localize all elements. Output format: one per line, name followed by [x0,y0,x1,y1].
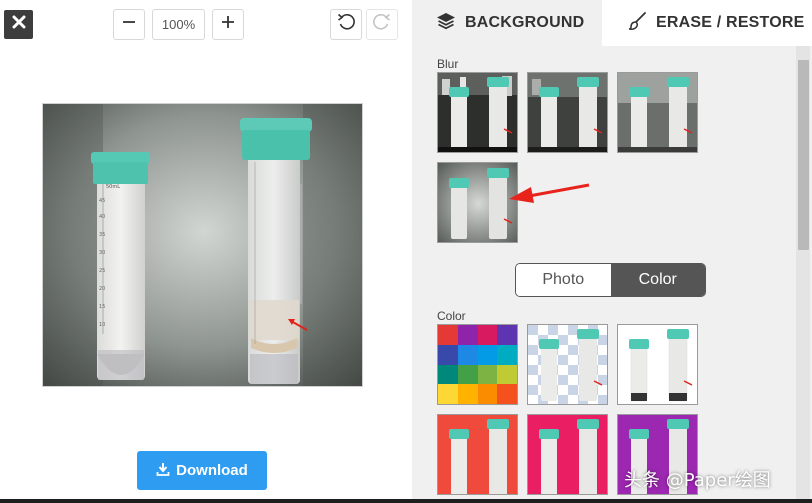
redo-icon [372,12,392,37]
svg-text:25: 25 [99,268,105,274]
tab-background-label: BACKGROUND [465,14,585,31]
palette-swatch [457,364,478,385]
zoom-out-button[interactable] [113,9,145,40]
download-icon [156,462,170,480]
palette-swatch [438,384,458,404]
mode-photo-option[interactable]: Photo [516,264,611,296]
color-option-white[interactable] [617,324,698,405]
layers-icon [436,12,456,35]
palette-swatch [497,325,517,345]
svg-text:30: 30 [99,250,105,256]
palette-swatch [457,384,478,404]
palette-swatch [457,325,478,345]
color-option-pink[interactable] [527,414,608,495]
color-section-label: Color [437,309,466,323]
palette-swatch [477,364,498,385]
color-option-transparent[interactable] [527,324,608,405]
close-x-icon [12,15,26,34]
close-button[interactable] [4,10,33,39]
blur-option-strong[interactable] [437,162,518,243]
edited-photo: 50mL 45 40 35 30 25 20 15 10 [42,103,363,387]
palette-swatch [438,344,458,365]
minus-icon [121,14,137,35]
tab-background[interactable]: BACKGROUND [412,0,602,46]
brush-icon [627,11,647,36]
tab-erase-restore-label: ERASE / RESTORE [656,14,805,31]
zoom-level-display: 100% [152,9,205,40]
svg-text:45: 45 [99,198,105,204]
svg-text:50mL: 50mL [106,184,120,190]
blur-section-label: Blur [437,57,459,71]
app-window: 100% 50mL 45 40 35 30 25 20 15 10 Downlo… [0,0,812,503]
mode-color-option[interactable]: Color [610,264,705,296]
palette-swatch [477,325,498,345]
editor-canvas-area: 100% 50mL 45 40 35 30 25 20 15 10 Downlo… [0,0,412,503]
svg-text:10: 10 [99,322,105,328]
annotation-arrow-icon [509,183,590,203]
panel-tabs: BACKGROUND ERASE / RESTORE [412,0,812,46]
undo-icon [336,12,356,37]
panel-scrollbar-thumb[interactable] [798,60,809,250]
svg-text:20: 20 [99,286,105,292]
plus-icon [220,14,236,35]
download-button[interactable]: Download [137,451,267,490]
palette-swatch [497,384,517,404]
color-option-palette[interactable] [437,324,518,405]
tab-erase-restore[interactable]: ERASE / RESTORE [602,0,812,46]
palette-swatch [477,384,498,404]
palette-swatch [457,344,478,365]
palette-swatch [477,344,498,365]
background-mode-toggle: Photo Color [515,263,706,297]
palette-swatch [438,325,458,345]
svg-text:15: 15 [99,304,105,310]
bottom-edge-bar [0,499,812,503]
redo-button[interactable] [366,9,398,40]
watermark-text: 头条 @Paper绘图 [624,470,771,491]
blur-option-medium[interactable] [617,72,698,153]
undo-button[interactable] [330,9,362,40]
blur-option-none[interactable] [437,72,518,153]
svg-text:35: 35 [99,232,105,238]
color-option-red[interactable] [437,414,518,495]
palette-swatch [497,364,517,385]
zoom-in-button[interactable] [212,9,244,40]
svg-text:40: 40 [99,214,105,220]
download-label: Download [176,462,248,479]
palette-swatch [497,344,517,365]
color-palette-grid [438,325,517,404]
palette-swatch [438,364,458,385]
blur-option-light[interactable] [527,72,608,153]
